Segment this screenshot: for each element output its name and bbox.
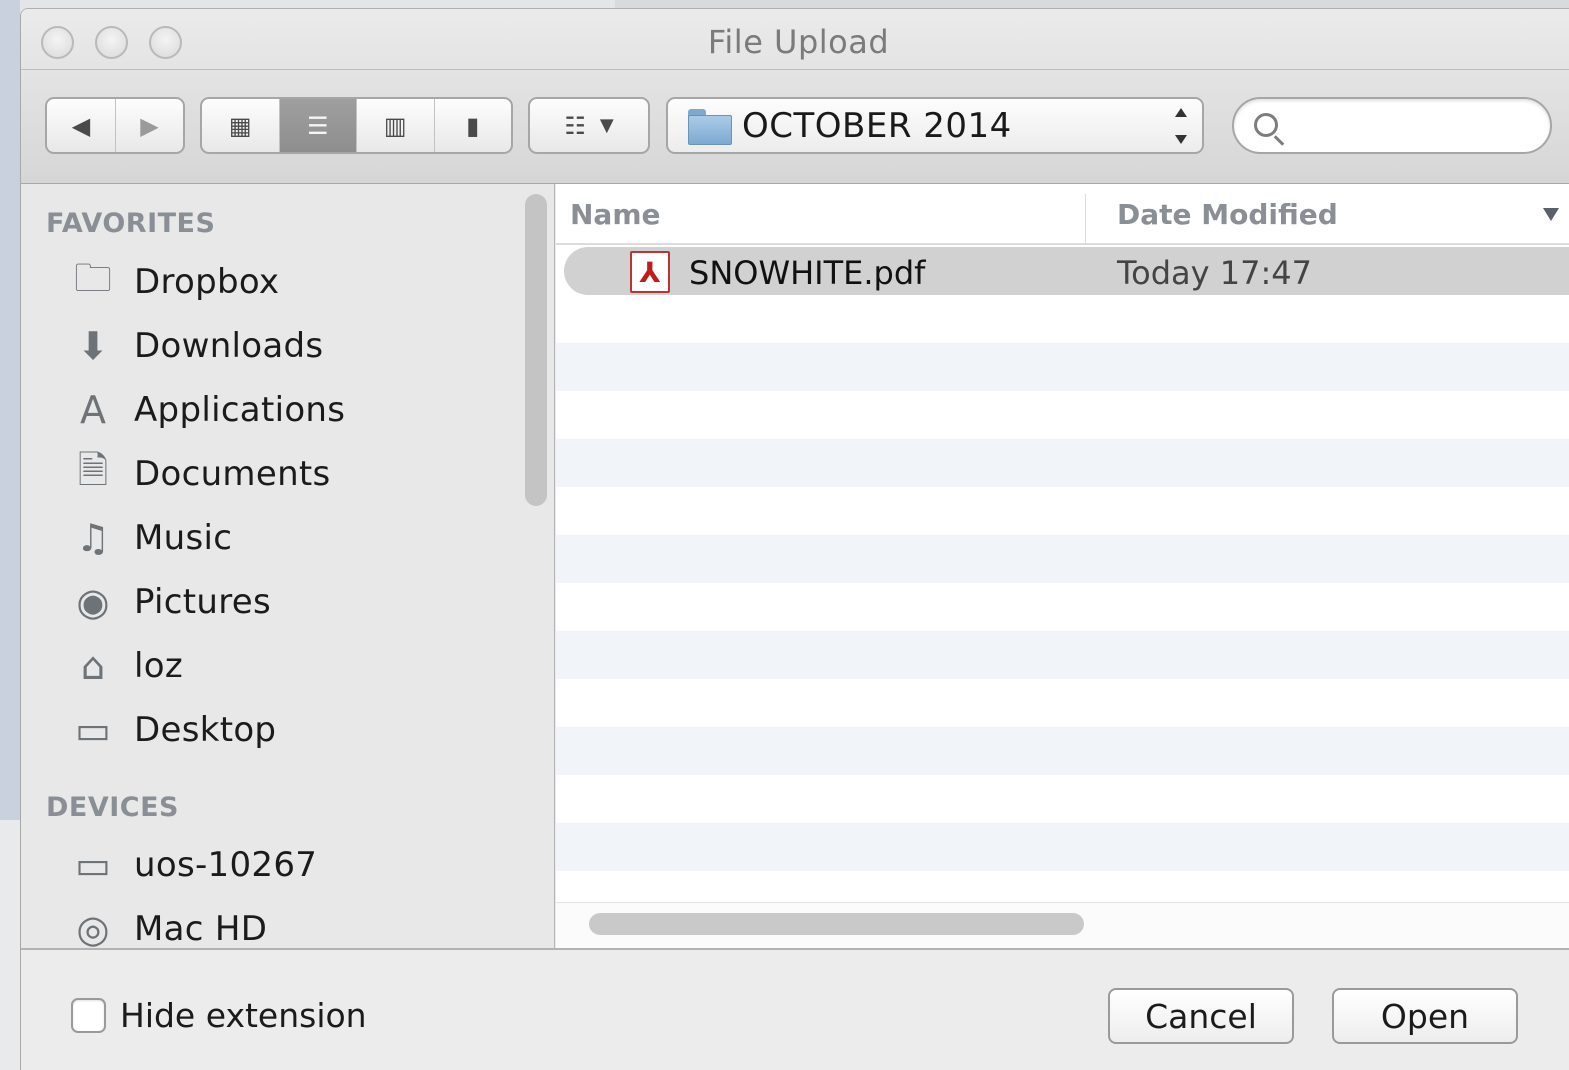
sidebar-item-music[interactable]: ♫ Music: [68, 510, 232, 566]
sidebar-item-documents[interactable]: 🗎 Documents: [68, 446, 331, 502]
forward-button[interactable]: ▶: [115, 99, 183, 152]
file-list: Name Date Modified ⅄ SNOWHITE.pdf Today …: [556, 184, 1569, 948]
download-icon: ⬇: [77, 324, 109, 368]
sidebar-item-label: loz: [134, 646, 183, 686]
icon-view-button[interactable]: ▦: [202, 99, 279, 152]
sidebar-item-pictures[interactable]: ◉ Pictures: [68, 574, 271, 630]
forward-arrow-icon: ▶: [140, 111, 159, 140]
title-toolbar: File Upload ◀ ▶ ▦ ☰ ▥ ▮ ☷ ▼ OCTOBER 2014: [21, 9, 1569, 184]
desktop-icon: ▭: [75, 708, 111, 752]
empty-row: [556, 583, 1569, 631]
sidebar-item-label: uos-10267: [134, 845, 318, 885]
pdf-file-icon: ⅄: [630, 251, 670, 293]
coverflow-view-icon: ▮: [466, 111, 480, 140]
column-divider[interactable]: [1085, 194, 1086, 244]
empty-row: [556, 439, 1569, 487]
sidebar-item-label: Downloads: [134, 326, 324, 366]
cancel-button[interactable]: Cancel: [1108, 988, 1294, 1044]
list-view-button[interactable]: ☰: [278, 99, 356, 152]
name-column-header[interactable]: Name: [570, 198, 661, 231]
empty-row: [556, 295, 1569, 343]
empty-row: [556, 679, 1569, 727]
empty-row: [556, 391, 1569, 439]
open-button[interactable]: Open: [1332, 988, 1518, 1044]
sidebar-item-applications[interactable]: A Applications: [68, 382, 345, 438]
folder-icon: 🗀: [73, 255, 112, 300]
empty-row: [556, 535, 1569, 583]
view-mode-control: ▦ ☰ ▥ ▮: [200, 97, 513, 154]
applications-icon: A: [80, 388, 106, 432]
sidebar-item-desktop[interactable]: ▭ Desktop: [68, 702, 276, 758]
date-modified-column-header[interactable]: Date Modified: [1117, 198, 1338, 231]
window-title: File Upload: [707, 23, 890, 61]
background-window-edge: [0, 0, 20, 1070]
sidebar-item-dropbox[interactable]: 🗀 Dropbox: [68, 254, 279, 310]
search-icon: [1254, 113, 1278, 137]
hard-drive-icon: ◎: [76, 907, 110, 948]
horizontal-scrollbar[interactable]: [589, 913, 1084, 935]
column-view-icon: ▥: [383, 111, 407, 140]
search-field[interactable]: [1232, 97, 1552, 154]
sidebar-item-label: Desktop: [134, 710, 277, 750]
favorites-header: FAVORITES: [46, 208, 216, 239]
empty-row: [556, 823, 1569, 871]
coverflow-view-button[interactable]: ▮: [433, 99, 512, 152]
sidebar-item-label: Dropbox: [134, 262, 280, 302]
empty-row: [556, 631, 1569, 679]
chevron-down-icon: ▼: [599, 115, 614, 136]
location-popup[interactable]: OCTOBER 2014: [666, 97, 1204, 154]
sidebar-item-downloads[interactable]: ⬇ Downloads: [68, 318, 323, 374]
list-view-icon: ☰: [306, 111, 329, 140]
back-button[interactable]: ◀: [47, 99, 115, 152]
sidebar-item-label: Pictures: [134, 582, 272, 622]
updown-arrows-icon: [1174, 108, 1188, 144]
sidebar-item-label: Music: [134, 518, 233, 558]
sidebar: FAVORITES 🗀 Dropbox ⬇ Downloads A Applic…: [21, 184, 555, 948]
sidebar-item-home[interactable]: ⌂ loz: [68, 638, 183, 694]
hide-extension-label: Hide extension: [120, 996, 367, 1035]
hide-extension-checkbox[interactable]: [71, 998, 106, 1033]
file-row[interactable]: ⅄ SNOWHITE.pdf Today 17:47: [564, 247, 1569, 295]
sidebar-item-label: Documents: [134, 454, 331, 494]
sidebar-item-computer[interactable]: ▭ uos-10267: [68, 837, 317, 893]
icon-view-icon: ▦: [228, 111, 252, 140]
arrange-button[interactable]: ☷ ▼: [528, 97, 650, 154]
back-forward-control: ◀ ▶: [45, 97, 185, 154]
file-date: Today 17:47: [1117, 254, 1312, 292]
hide-extension-option[interactable]: Hide extension: [71, 996, 367, 1035]
sidebar-scrollbar[interactable]: [525, 194, 547, 506]
home-icon: ⌂: [80, 644, 106, 688]
empty-row: [556, 487, 1569, 535]
empty-row: [556, 343, 1569, 391]
empty-row: [556, 727, 1569, 775]
file-upload-dialog: File Upload ◀ ▶ ▦ ☰ ▥ ▮ ☷ ▼ OCTOBER 2014…: [20, 8, 1569, 1070]
column-header: Name Date Modified: [556, 184, 1569, 245]
dialog-footer: Hide extension Cancel Open: [21, 948, 1569, 1070]
devices-header: DEVICES: [46, 792, 180, 823]
documents-icon: 🗎: [77, 447, 109, 492]
music-note-icon: ♫: [75, 516, 111, 560]
column-view-button[interactable]: ▥: [356, 99, 434, 152]
title-separator: [21, 69, 1569, 70]
computer-icon: ▭: [75, 843, 111, 887]
sidebar-item-mac-hd[interactable]: ◎ Mac HD: [68, 901, 267, 948]
location-label: OCTOBER 2014: [742, 105, 1012, 146]
file-rows: ⅄ SNOWHITE.pdf Today 17:47: [556, 247, 1569, 919]
back-arrow-icon: ◀: [71, 111, 91, 140]
sidebar-item-label: Mac HD: [134, 909, 268, 948]
sort-descending-icon[interactable]: [1543, 208, 1559, 221]
empty-row: [556, 775, 1569, 823]
folder-icon: [688, 108, 732, 145]
sidebar-item-label: Applications: [134, 390, 346, 430]
arrange-grid-icon: ☷: [564, 111, 586, 140]
camera-icon: ◉: [76, 580, 110, 624]
file-name: SNOWHITE.pdf: [689, 254, 926, 292]
